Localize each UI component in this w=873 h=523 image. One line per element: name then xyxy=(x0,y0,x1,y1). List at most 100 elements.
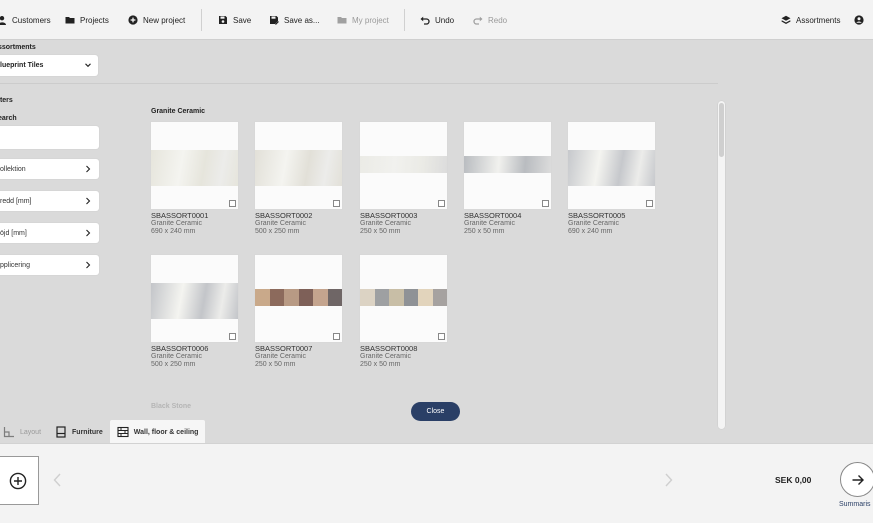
redo-label: Redo xyxy=(488,15,508,25)
chevron-down-icon xyxy=(85,63,91,68)
tile-swatch xyxy=(568,150,655,186)
section-divider xyxy=(0,83,718,84)
tile-code: SBASSORT0006 xyxy=(151,344,209,353)
layout-icon xyxy=(3,427,14,438)
select-checkbox[interactable] xyxy=(333,333,340,340)
chevron-right-icon[interactable] xyxy=(664,472,674,488)
tile-code: SBASSORT0001 xyxy=(151,211,209,220)
new-project-button[interactable]: New project xyxy=(128,13,185,27)
filter-row[interactable]: pplicering xyxy=(0,255,99,275)
bottom-bar: SEK 0,00 Summaris xyxy=(0,443,873,523)
tile-thumbnail[interactable] xyxy=(151,255,238,342)
my-project-button[interactable]: My project xyxy=(337,13,389,27)
tile-code: SBASSORT0004 xyxy=(464,211,522,220)
chevron-right-icon xyxy=(86,165,91,173)
chevron-right-icon xyxy=(86,197,91,205)
redo-icon xyxy=(473,16,483,25)
undo-label: Undo xyxy=(435,15,455,25)
redo-button[interactable]: Redo xyxy=(473,13,507,27)
save-label: Save xyxy=(233,15,252,25)
customers-button[interactable]: Customers xyxy=(0,13,51,27)
mosaic-piece xyxy=(327,289,342,306)
tile-size: 250 x 50 mm xyxy=(255,361,296,368)
assortment-select[interactable]: lueprint Tiles xyxy=(0,55,98,76)
tile-series: Granite Ceramic xyxy=(360,220,411,227)
save-as-icon xyxy=(270,16,279,25)
search-input[interactable] xyxy=(0,126,99,149)
folder-icon xyxy=(65,17,75,24)
tile-series: Granite Ceramic xyxy=(151,353,202,360)
catalog-scrollbar[interactable] xyxy=(717,100,726,430)
filter-row[interactable]: öjd [mm] xyxy=(0,223,99,243)
toolbar-divider xyxy=(404,9,405,31)
assortments-label: Assortments xyxy=(796,15,841,25)
tab-furniture[interactable]: Furniture xyxy=(48,420,110,444)
tile-thumbnail[interactable] xyxy=(151,122,238,209)
select-checkbox[interactable] xyxy=(646,200,653,207)
tile-series: Granite Ceramic xyxy=(568,220,619,227)
tile-swatch xyxy=(360,156,447,173)
tile-thumbnail[interactable] xyxy=(360,255,447,342)
next-step-button[interactable] xyxy=(840,462,873,497)
undo-icon xyxy=(420,16,430,25)
group-title: Granite Ceramic xyxy=(151,108,206,115)
mosaic-piece xyxy=(284,289,299,306)
total-price: SEK 0,00 xyxy=(775,475,812,485)
tile-swatch xyxy=(464,156,551,173)
assortments-button[interactable]: Assortments xyxy=(781,13,840,27)
save-as-label: Save as... xyxy=(284,15,320,25)
filter-label: ollektion xyxy=(0,165,26,173)
tile-thumbnail[interactable] xyxy=(255,122,342,209)
tab-layout[interactable]: Layout xyxy=(0,420,48,444)
add-item-button[interactable] xyxy=(0,456,39,505)
save-button[interactable]: Save xyxy=(218,13,251,27)
furniture-icon xyxy=(56,426,66,438)
tile-series: Granite Ceramic xyxy=(255,220,306,227)
mosaic-piece xyxy=(269,289,284,306)
tab-wall-floor-ceiling[interactable]: Wall, floor & ceiling xyxy=(109,420,206,444)
tile-thumbnail[interactable] xyxy=(360,122,447,209)
next-group-title: Black Stone xyxy=(151,403,192,410)
save-as-button[interactable]: Save as... xyxy=(269,13,320,27)
folder-open-icon xyxy=(337,17,347,24)
account-icon xyxy=(854,15,864,25)
projects-button[interactable]: Projects xyxy=(65,13,109,27)
tile-thumbnail[interactable] xyxy=(568,122,655,209)
select-checkbox[interactable] xyxy=(229,200,236,207)
search-heading: earch xyxy=(0,115,17,122)
tile-size: 500 x 250 mm xyxy=(255,228,300,235)
tile-size: 690 x 240 mm xyxy=(568,228,613,235)
chevron-left-icon[interactable] xyxy=(52,472,62,488)
select-checkbox[interactable] xyxy=(438,200,445,207)
toolbar-divider xyxy=(201,9,202,31)
layers-icon xyxy=(781,15,791,24)
tile-thumbnail[interactable] xyxy=(464,122,551,209)
tile-code: SBASSORT0008 xyxy=(360,344,418,353)
chevron-right-icon xyxy=(86,229,91,237)
add-circle-icon xyxy=(128,15,138,25)
account-button[interactable] xyxy=(854,13,864,27)
filter-row[interactable]: redd [mm] xyxy=(0,191,99,211)
select-checkbox[interactable] xyxy=(333,200,340,207)
tile-size: 250 x 50 mm xyxy=(360,228,401,235)
select-checkbox[interactable] xyxy=(229,333,236,340)
tile-series: Granite Ceramic xyxy=(255,353,306,360)
mosaic-piece xyxy=(360,289,375,306)
mode-tabs: Layout Furniture Wall, floor & ceiling xyxy=(0,420,206,444)
undo-button[interactable]: Undo xyxy=(420,13,454,27)
tile-swatch xyxy=(255,150,342,186)
summary-label: Summaris xyxy=(839,501,871,508)
scrollbar-thumb[interactable] xyxy=(719,103,724,157)
select-checkbox[interactable] xyxy=(438,333,445,340)
tile-code: SBASSORT0003 xyxy=(360,211,418,220)
tile-swatch xyxy=(151,283,238,319)
close-button[interactable]: Close xyxy=(411,402,460,421)
mosaic-piece xyxy=(313,289,328,306)
wall-icon xyxy=(117,426,129,438)
tile-size: 250 x 50 mm xyxy=(360,361,401,368)
select-checkbox[interactable] xyxy=(542,200,549,207)
tile-size: 500 x 250 mm xyxy=(151,361,196,368)
tile-thumbnail[interactable] xyxy=(255,255,342,342)
save-icon xyxy=(219,16,227,24)
filter-row[interactable]: ollektion xyxy=(0,159,99,179)
